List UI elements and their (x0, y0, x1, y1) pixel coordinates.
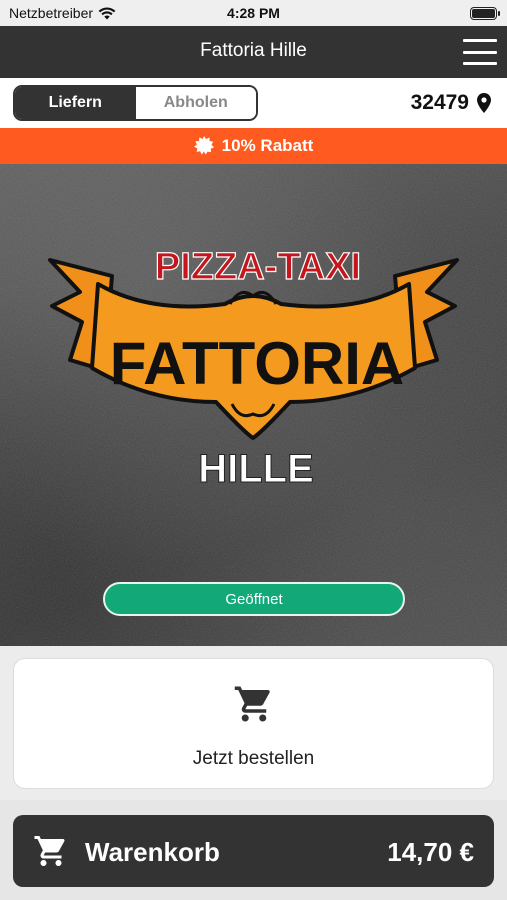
delivery-option[interactable]: Liefern (15, 87, 136, 119)
shopping-cart-icon (234, 686, 270, 722)
logo-bottom-line: HILLE (198, 447, 314, 491)
page-title: Fattoria Hille (200, 40, 307, 61)
cart-button[interactable]: Warenkorb 14,70 € (13, 815, 494, 887)
open-status-badge: Geöffnet (103, 582, 405, 616)
shopping-cart-icon (34, 836, 65, 866)
mode-bar: Liefern Abholen 32479 (0, 78, 507, 128)
cart-label: Warenkorb (85, 837, 220, 867)
logo-banner: FATTORIA (110, 330, 404, 397)
restaurant-logo: PIZZA-TAXI FATTORIA HILLE (48, 245, 459, 492)
discount-text: 10% Rabatt (221, 136, 314, 155)
badge-icon (193, 136, 214, 155)
status-bar: Netzbetreiber 4:28 PM (0, 0, 507, 26)
hero-banner: PIZZA-TAXI FATTORIA HILLE Geöffnet (0, 164, 507, 646)
location-pin-icon (477, 93, 491, 113)
discount-banner: 10% Rabatt (0, 128, 507, 164)
order-now-label: Jetzt bestellen (192, 748, 315, 769)
pickup-option[interactable]: Abholen (135, 87, 256, 119)
hamburger-menu-icon[interactable] (463, 39, 497, 65)
logo-top-line: PIZZA-TAXI (155, 246, 361, 288)
status-time: 4:28 PM (227, 5, 280, 21)
delivery-mode-toggle: Liefern Abholen (13, 85, 258, 121)
battery-icon (470, 7, 500, 20)
zip-code-selector[interactable]: 32479 (411, 91, 491, 115)
cart-total: 14,70 € (387, 837, 474, 867)
app-header: Fattoria Hille (0, 26, 507, 78)
order-now-card[interactable]: Jetzt bestellen (13, 658, 494, 789)
zip-code: 32479 (410, 91, 469, 114)
